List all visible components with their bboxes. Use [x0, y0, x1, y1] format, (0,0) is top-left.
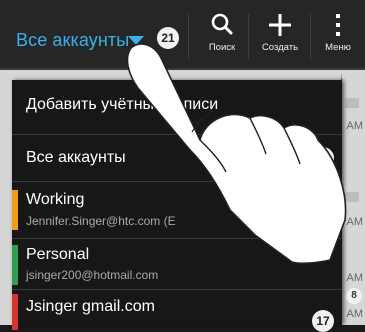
- dropdown-arrow-icon[interactable]: [128, 36, 144, 45]
- more-vert-icon: [308, 10, 365, 40]
- timestamp: AM: [346, 120, 364, 132]
- create-button-label: Создать: [261, 42, 299, 53]
- create-button[interactable]: Создать: [250, 8, 310, 64]
- menu-button[interactable]: Меню: [308, 8, 365, 64]
- account-dropdown: Добавить учётные записи Все аккаунты 21 …: [12, 80, 342, 332]
- account-name: Jsinger gmail.com: [26, 298, 155, 315]
- divider: [188, 14, 189, 60]
- search-button-label: Поиск: [208, 42, 236, 53]
- all-accounts-label: Все аккаунты: [26, 149, 126, 166]
- count-badge: 8: [346, 288, 362, 304]
- mail-icon: [345, 192, 359, 202]
- search-button[interactable]: Поиск: [192, 8, 252, 64]
- menu-button-label: Меню: [325, 42, 351, 53]
- all-accounts-item[interactable]: Все аккаунты 21: [12, 135, 342, 182]
- account-item-personal[interactable]: Personal jsinger200@hotmail.com: [12, 239, 342, 290]
- timestamp: AM: [346, 216, 364, 228]
- add-account-item[interactable]: Добавить учётные записи: [12, 80, 342, 135]
- account-email: Jennifer.Singer@htc.com (E: [26, 214, 176, 228]
- all-accounts-count-badge: 21: [312, 147, 334, 169]
- account-selector-label[interactable]: Все аккаунты: [16, 30, 129, 51]
- plus-icon: [250, 10, 310, 40]
- mail-icon: [345, 98, 359, 108]
- account-email: jsinger200@hotmail.com: [26, 268, 159, 282]
- account-item-gmail[interactable]: Jsinger gmail.com 17: [12, 290, 342, 332]
- add-account-label: Добавить учётные записи: [26, 96, 219, 113]
- account-name: Working: [26, 191, 85, 208]
- timestamp: AM: [346, 272, 364, 284]
- timestamp: AM: [346, 308, 364, 320]
- search-icon: [192, 10, 252, 40]
- divider: [248, 14, 249, 60]
- account-count-badge: 17: [312, 310, 334, 332]
- unread-count-badge: 21: [157, 27, 179, 49]
- account-color-bar: [12, 245, 18, 285]
- account-name: Personal: [26, 246, 90, 263]
- account-item-working[interactable]: Working Jennifer.Singer@htc.com (E: [12, 182, 342, 239]
- account-color-bar: [12, 190, 18, 230]
- action-bar: Все аккаунты 21 Поиск Создать Меню: [0, 0, 365, 70]
